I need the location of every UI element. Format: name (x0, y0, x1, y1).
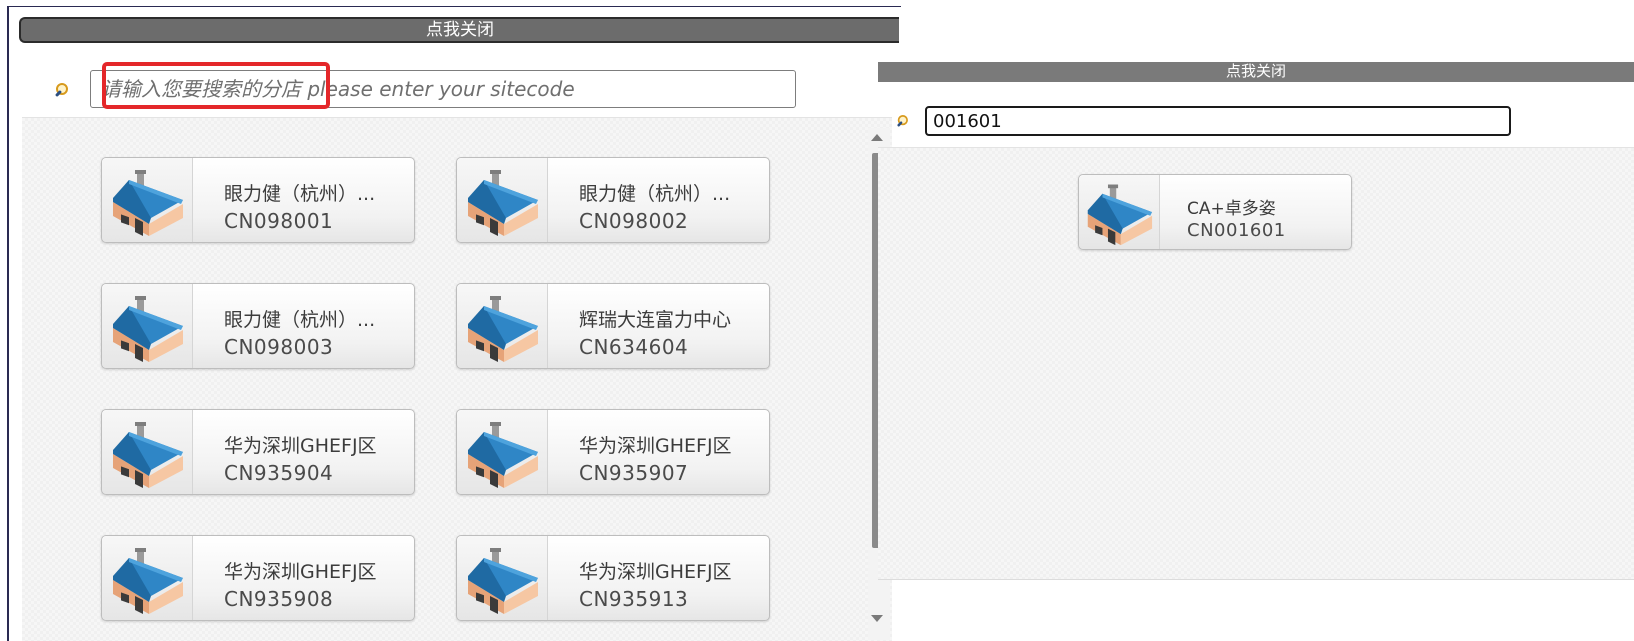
store-name: 华为深圳GHEFJ区 (224, 561, 377, 583)
store-card[interactable]: 眼力健（杭州）... CN098001 (101, 157, 415, 243)
store-code: CN634604 (579, 335, 689, 359)
search-input[interactable] (90, 70, 796, 108)
search-input[interactable] (925, 106, 1511, 136)
store-card[interactable]: 华为深圳GHEFJ区 CN935908 (101, 535, 415, 621)
store-name: 华为深圳GHEFJ区 (579, 435, 732, 457)
house-icon (468, 422, 538, 488)
house-icon (113, 422, 183, 488)
divider (878, 579, 1634, 580)
house-icon (468, 170, 538, 236)
store-name: 眼力健（杭州）... (224, 183, 376, 205)
store-card[interactable]: 辉瑞大连富力中心 CN634604 (456, 283, 770, 369)
house-icon (1087, 184, 1153, 246)
store-code: CN098002 (579, 209, 689, 233)
house-icon (113, 170, 183, 236)
store-name: 辉瑞大连富力中心 (579, 309, 732, 331)
store-code: CN935904 (224, 461, 334, 485)
house-icon (113, 548, 183, 614)
store-code: CN935913 (579, 587, 689, 611)
store-code: CN098001 (224, 209, 334, 233)
store-code: CN935908 (224, 587, 334, 611)
store-name: 眼力健（杭州）... (224, 309, 376, 331)
house-icon (113, 296, 183, 362)
store-card[interactable]: 华为深圳GHEFJ区 CN935907 (456, 409, 770, 495)
store-card[interactable]: 华为深圳GHEFJ区 CN935913 (456, 535, 770, 621)
store-code: CN098003 (224, 335, 334, 359)
store-name: CA+卓多姿 (1187, 199, 1276, 219)
scroll-up-icon[interactable] (871, 134, 883, 141)
right-close-button[interactable]: 点我关闭 (878, 62, 1634, 82)
store-card[interactable]: 眼力健（杭州）... CN098003 (101, 283, 415, 369)
store-code: CN935907 (579, 461, 689, 485)
store-card[interactable]: 华为深圳GHEFJ区 CN935904 (101, 409, 415, 495)
house-icon (468, 296, 538, 362)
house-icon (468, 548, 538, 614)
scroll-down-icon[interactable] (871, 615, 883, 622)
store-name: 华为深圳GHEFJ区 (224, 435, 377, 457)
store-card[interactable]: 眼力健（杭州）... CN098002 (456, 157, 770, 243)
search-icon (54, 83, 68, 98)
store-name: 眼力健（杭州）... (579, 183, 731, 205)
left-close-button[interactable]: 点我关闭 (19, 17, 899, 43)
store-card[interactable]: CA+卓多姿 CN001601 (1078, 174, 1352, 250)
store-name: 华为深圳GHEFJ区 (579, 561, 732, 583)
search-icon (896, 115, 908, 127)
store-code: CN001601 (1187, 220, 1286, 241)
